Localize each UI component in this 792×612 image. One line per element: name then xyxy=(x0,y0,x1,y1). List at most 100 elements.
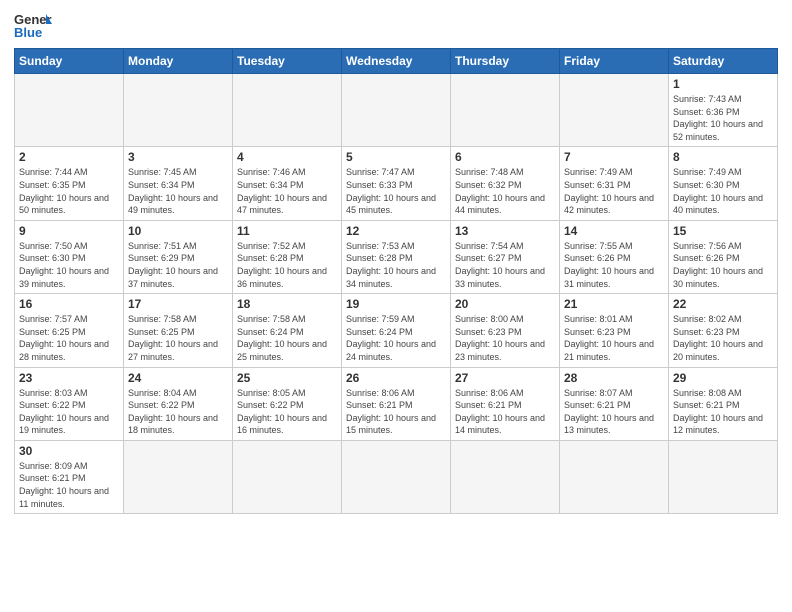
calendar-cell xyxy=(124,74,233,147)
day-info: Sunrise: 7:58 AM Sunset: 6:24 PM Dayligh… xyxy=(237,313,337,363)
calendar-cell: 18 Sunrise: 7:58 AM Sunset: 6:24 PM Dayli… xyxy=(233,294,342,367)
day-info: Sunrise: 7:43 AM Sunset: 6:36 PM Dayligh… xyxy=(673,93,773,143)
weekday-header-row: SundayMondayTuesdayWednesdayThursdayFrid… xyxy=(15,49,778,74)
calendar-cell: 4 Sunrise: 7:46 AM Sunset: 6:34 PM Daylig… xyxy=(233,147,342,220)
calendar-cell: 6 Sunrise: 7:48 AM Sunset: 6:32 PM Daylig… xyxy=(451,147,560,220)
day-number: 6 xyxy=(455,150,555,164)
calendar-cell xyxy=(451,440,560,513)
calendar-cell xyxy=(233,74,342,147)
calendar-cell: 10Sunrise: 7:51 AM Sunset: 6:29 PM Dayli… xyxy=(124,220,233,293)
calendar-cell: 8Sunrise: 7:49 AM Sunset: 6:30 PM Daylig… xyxy=(669,147,778,220)
calendar-cell xyxy=(342,440,451,513)
svg-text:Blue: Blue xyxy=(14,25,42,40)
weekday-header-wednesday: Wednesday xyxy=(342,49,451,74)
calendar-cell: 3Sunrise: 7:45 AM Sunset: 6:34 PM Daylig… xyxy=(124,147,233,220)
day-info: Sunrise: 8:03 AM Sunset: 6:22 PM Dayligh… xyxy=(19,387,119,437)
day-number: 1 xyxy=(673,77,773,91)
day-info: Sunrise: 7:50 AM Sunset: 6:30 PM Dayligh… xyxy=(19,240,119,290)
day-number: 16 xyxy=(19,297,119,311)
calendar-cell: 1 Sunrise: 7:43 AM Sunset: 6:36 PM Daylig… xyxy=(669,74,778,147)
day-info: Sunrise: 8:00 AM Sunset: 6:23 PM Dayligh… xyxy=(455,313,555,363)
logo-icon: General Blue xyxy=(14,10,52,42)
day-number: 27 xyxy=(455,371,555,385)
day-number: 29 xyxy=(673,371,773,385)
calendar-cell xyxy=(669,440,778,513)
day-info: Sunrise: 7:53 AM Sunset: 6:28 PM Dayligh… xyxy=(346,240,446,290)
week-row-1: 2 Sunrise: 7:44 AM Sunset: 6:35 PM Daylig… xyxy=(15,147,778,220)
day-number: 25 xyxy=(237,371,337,385)
calendar-cell xyxy=(560,74,669,147)
day-number: 24 xyxy=(128,371,228,385)
calendar-cell: 24Sunrise: 8:04 AM Sunset: 6:22 PM Dayli… xyxy=(124,367,233,440)
header-area: General Blue xyxy=(14,10,778,42)
day-number: 26 xyxy=(346,371,446,385)
week-row-0: 1 Sunrise: 7:43 AM Sunset: 6:36 PM Daylig… xyxy=(15,74,778,147)
day-number: 15 xyxy=(673,224,773,238)
calendar-cell: 7Sunrise: 7:49 AM Sunset: 6:31 PM Daylig… xyxy=(560,147,669,220)
calendar-cell: 2 Sunrise: 7:44 AM Sunset: 6:35 PM Daylig… xyxy=(15,147,124,220)
calendar-cell: 11Sunrise: 7:52 AM Sunset: 6:28 PM Dayli… xyxy=(233,220,342,293)
calendar-page: General Blue SundayMondayTuesdayWednesda… xyxy=(0,0,792,612)
calendar-cell: 9Sunrise: 7:50 AM Sunset: 6:30 PM Daylig… xyxy=(15,220,124,293)
day-number: 13 xyxy=(455,224,555,238)
day-info: Sunrise: 7:56 AM Sunset: 6:26 PM Dayligh… xyxy=(673,240,773,290)
calendar-cell: 23Sunrise: 8:03 AM Sunset: 6:22 PM Dayli… xyxy=(15,367,124,440)
weekday-header-thursday: Thursday xyxy=(451,49,560,74)
day-info: Sunrise: 7:44 AM Sunset: 6:35 PM Dayligh… xyxy=(19,166,119,216)
day-number: 20 xyxy=(455,297,555,311)
day-info: Sunrise: 7:46 AM Sunset: 6:34 PM Dayligh… xyxy=(237,166,337,216)
day-number: 28 xyxy=(564,371,664,385)
day-number: 2 xyxy=(19,150,119,164)
day-number: 5 xyxy=(346,150,446,164)
day-number: 22 xyxy=(673,297,773,311)
week-row-2: 9Sunrise: 7:50 AM Sunset: 6:30 PM Daylig… xyxy=(15,220,778,293)
day-info: Sunrise: 7:57 AM Sunset: 6:25 PM Dayligh… xyxy=(19,313,119,363)
day-info: Sunrise: 8:06 AM Sunset: 6:21 PM Dayligh… xyxy=(346,387,446,437)
day-info: Sunrise: 7:49 AM Sunset: 6:31 PM Dayligh… xyxy=(564,166,664,216)
day-info: Sunrise: 8:05 AM Sunset: 6:22 PM Dayligh… xyxy=(237,387,337,437)
day-info: Sunrise: 8:09 AM Sunset: 6:21 PM Dayligh… xyxy=(19,460,119,510)
day-info: Sunrise: 8:08 AM Sunset: 6:21 PM Dayligh… xyxy=(673,387,773,437)
day-info: Sunrise: 8:01 AM Sunset: 6:23 PM Dayligh… xyxy=(564,313,664,363)
day-number: 30 xyxy=(19,444,119,458)
week-row-5: 30 Sunrise: 8:09 AM Sunset: 6:21 PM Dayli… xyxy=(15,440,778,513)
day-info: Sunrise: 8:07 AM Sunset: 6:21 PM Dayligh… xyxy=(564,387,664,437)
day-info: Sunrise: 8:02 AM Sunset: 6:23 PM Dayligh… xyxy=(673,313,773,363)
day-number: 12 xyxy=(346,224,446,238)
calendar-cell: 5 Sunrise: 7:47 AM Sunset: 6:33 PM Daylig… xyxy=(342,147,451,220)
week-row-4: 23Sunrise: 8:03 AM Sunset: 6:22 PM Dayli… xyxy=(15,367,778,440)
calendar-cell xyxy=(124,440,233,513)
day-info: Sunrise: 7:52 AM Sunset: 6:28 PM Dayligh… xyxy=(237,240,337,290)
day-number: 3 xyxy=(128,150,228,164)
calendar-cell: 28 Sunrise: 8:07 AM Sunset: 6:21 PM Dayli… xyxy=(560,367,669,440)
day-number: 10 xyxy=(128,224,228,238)
calendar-cell: 14Sunrise: 7:55 AM Sunset: 6:26 PM Dayli… xyxy=(560,220,669,293)
day-info: Sunrise: 7:47 AM Sunset: 6:33 PM Dayligh… xyxy=(346,166,446,216)
day-info: Sunrise: 7:48 AM Sunset: 6:32 PM Dayligh… xyxy=(455,166,555,216)
calendar-cell: 26 Sunrise: 8:06 AM Sunset: 6:21 PM Dayli… xyxy=(342,367,451,440)
weekday-header-sunday: Sunday xyxy=(15,49,124,74)
day-info: Sunrise: 7:59 AM Sunset: 6:24 PM Dayligh… xyxy=(346,313,446,363)
calendar-cell xyxy=(560,440,669,513)
calendar-cell: 25 Sunrise: 8:05 AM Sunset: 6:22 PM Dayli… xyxy=(233,367,342,440)
calendar-cell: 17 Sunrise: 7:58 AM Sunset: 6:25 PM Dayli… xyxy=(124,294,233,367)
calendar-table: SundayMondayTuesdayWednesdayThursdayFrid… xyxy=(14,48,778,514)
day-number: 4 xyxy=(237,150,337,164)
weekday-header-monday: Monday xyxy=(124,49,233,74)
day-number: 19 xyxy=(346,297,446,311)
weekday-header-friday: Friday xyxy=(560,49,669,74)
calendar-cell: 29 Sunrise: 8:08 AM Sunset: 6:21 PM Dayli… xyxy=(669,367,778,440)
calendar-cell: 30 Sunrise: 8:09 AM Sunset: 6:21 PM Dayli… xyxy=(15,440,124,513)
day-info: Sunrise: 7:54 AM Sunset: 6:27 PM Dayligh… xyxy=(455,240,555,290)
calendar-cell: 20 Sunrise: 8:00 AM Sunset: 6:23 PM Dayli… xyxy=(451,294,560,367)
calendar-cell: 13 Sunrise: 7:54 AM Sunset: 6:27 PM Dayli… xyxy=(451,220,560,293)
calendar-cell: 15 Sunrise: 7:56 AM Sunset: 6:26 PM Dayli… xyxy=(669,220,778,293)
calendar-cell xyxy=(342,74,451,147)
day-number: 17 xyxy=(128,297,228,311)
day-number: 14 xyxy=(564,224,664,238)
calendar-cell: 22 Sunrise: 8:02 AM Sunset: 6:23 PM Dayli… xyxy=(669,294,778,367)
day-number: 18 xyxy=(237,297,337,311)
calendar-cell: 19 Sunrise: 7:59 AM Sunset: 6:24 PM Dayli… xyxy=(342,294,451,367)
day-info: Sunrise: 7:58 AM Sunset: 6:25 PM Dayligh… xyxy=(128,313,228,363)
day-number: 21 xyxy=(564,297,664,311)
